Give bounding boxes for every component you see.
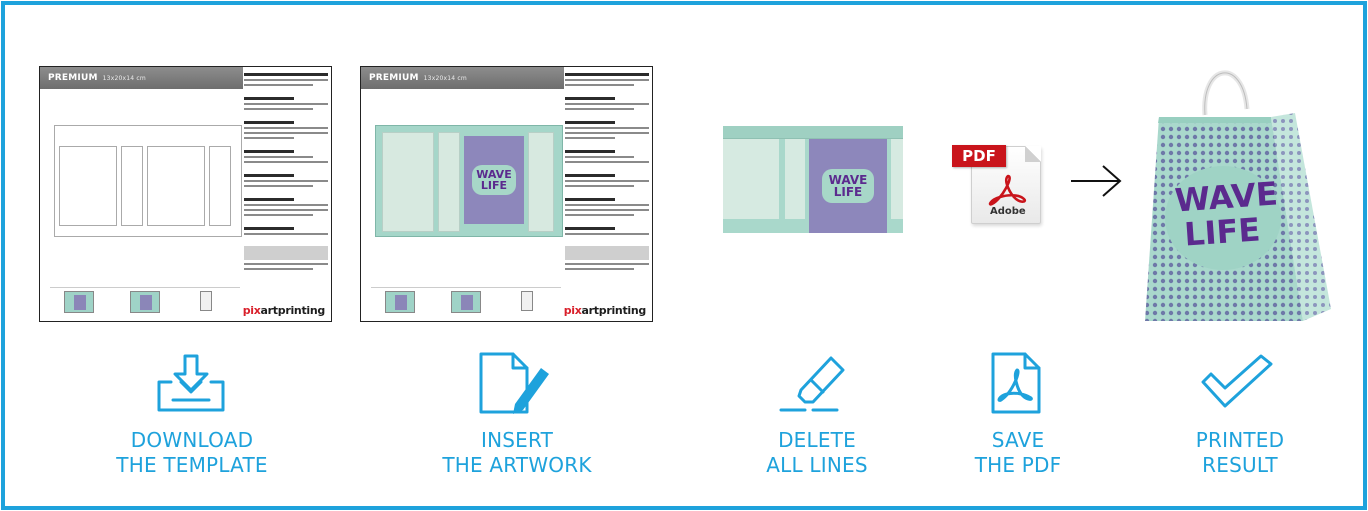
template-die-lines <box>54 125 242 237</box>
checkmark-icon <box>1201 354 1273 408</box>
sheet-header: PREMIUM 13x20x14 cm <box>40 67 243 89</box>
svg-text:LIFE: LIFE <box>1183 210 1261 253</box>
eraser-icon <box>779 356 845 412</box>
template-artwork: WAVE LIFE <box>375 125 563 237</box>
sheet-instructions-text <box>244 70 328 288</box>
artwork-front-panel: WAVE LIFE <box>809 139 887 233</box>
step-label-printed: PRINTED RESULT <box>1195 428 1285 477</box>
sheet-thumbnails <box>50 287 240 315</box>
step-label-delete: DELETE ALL LINES <box>766 428 868 477</box>
brand-logo: pixartprinting <box>242 304 326 317</box>
template-sheet-artwork: PREMIUM 13x20x14 cm WAVE LIFE pixartprin… <box>360 66 653 322</box>
sheet-header-title: PREMIUM <box>369 73 419 83</box>
pdf-file-icon <box>991 352 1041 414</box>
step-label-save: SAVE THE PDF <box>974 428 1062 477</box>
artwork-front-panel: WAVE LIFE <box>464 136 524 224</box>
template-sheet-blank: PREMIUM 13x20x14 cm pixartprinting <box>39 66 332 322</box>
document-pen-icon <box>479 352 549 414</box>
instructions-frame: PREMIUM 13x20x14 cm pixartprinting PREMI… <box>1 1 1367 510</box>
printed-bag-image: WAVE LIFE <box>1145 70 1331 321</box>
artwork-without-lines: WAVE LIFE <box>723 126 903 233</box>
sheet-header-title: PREMIUM <box>48 73 98 83</box>
sheet-instructions-text <box>565 70 649 288</box>
brand-logo: pixartprinting <box>563 304 647 317</box>
download-tray-icon <box>157 354 225 412</box>
sheet-header-sub: 13x20x14 cm <box>423 75 467 82</box>
pdf-brand: Adobe <box>990 206 1026 217</box>
artwork-logo: WAVE LIFE <box>822 169 874 203</box>
sheet-header-sub: 13x20x14 cm <box>102 75 146 82</box>
artwork-logo: WAVE LIFE <box>472 165 516 195</box>
pdf-document-icon: PDF Adobe <box>952 145 1041 224</box>
step-label-insert: INSERT THE ARTWORK <box>442 428 592 477</box>
acrobat-logo-icon <box>988 174 1027 206</box>
step-label-download: DOWNLOAD THE TEMPLATE <box>116 428 268 477</box>
arrow-right-icon <box>1071 165 1122 197</box>
sheet-header: PREMIUM 13x20x14 cm <box>361 67 564 89</box>
pdf-tag: PDF <box>952 145 1006 167</box>
sheet-thumbnails <box>371 287 561 315</box>
